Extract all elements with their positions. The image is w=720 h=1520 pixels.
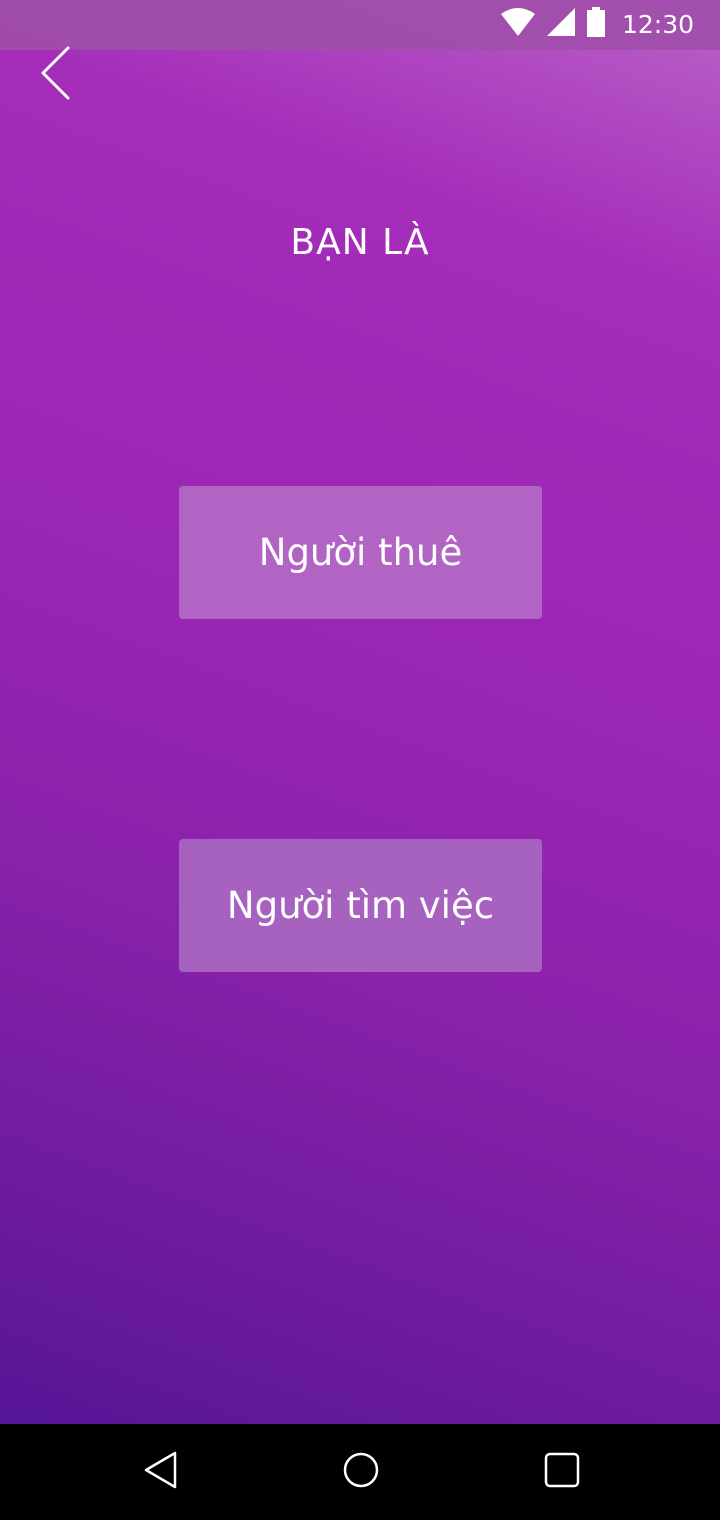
back-button[interactable] [30, 46, 80, 104]
jobseeker-option-label: Người tìm việc [226, 884, 495, 927]
nav-home-icon [341, 1450, 381, 1495]
nav-home-button[interactable] [333, 1444, 389, 1500]
nav-back-button[interactable] [133, 1444, 189, 1500]
app-screen: 12:30 BẠN LÀ Người thuê Người tìm việc [0, 0, 720, 1424]
system-nav-bar [0, 1424, 720, 1520]
battery-icon [586, 6, 606, 42]
chevron-left-icon [38, 45, 72, 106]
status-bar: 12:30 [0, 0, 720, 50]
nav-recents-button[interactable] [534, 1444, 590, 1500]
page-title: BẠN LÀ [290, 222, 430, 263]
nav-back-icon [141, 1450, 181, 1495]
employer-option-button[interactable]: Người thuê [179, 486, 542, 619]
jobseeker-option-button[interactable]: Người tìm việc [179, 839, 542, 972]
employer-option-label: Người thuê [258, 531, 463, 574]
status-icons: 12:30 [500, 6, 694, 42]
cell-signal-icon [546, 7, 576, 42]
nav-recents-icon [542, 1450, 582, 1495]
wifi-icon [500, 7, 536, 42]
status-time: 12:30 [621, 9, 694, 39]
